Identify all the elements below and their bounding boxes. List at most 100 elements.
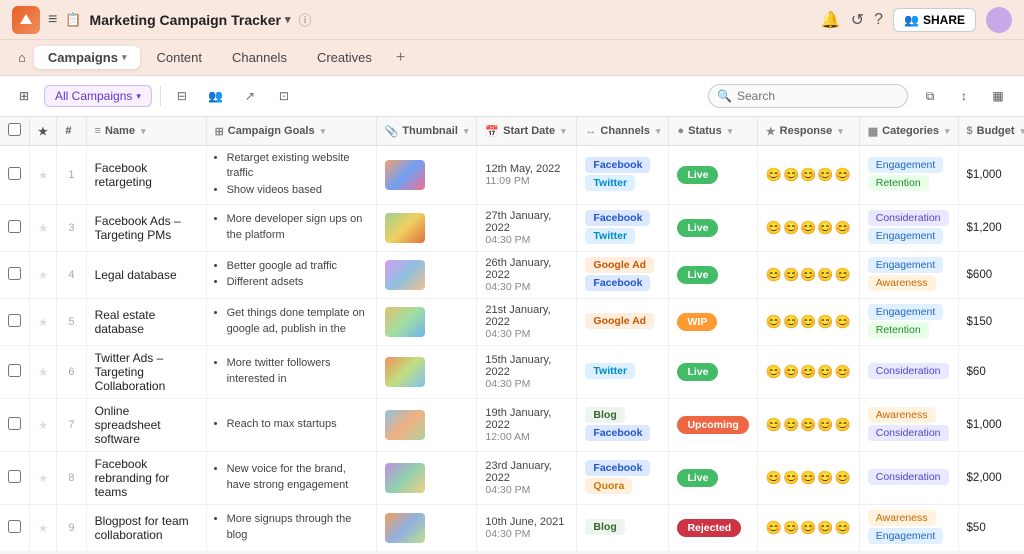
history-icon[interactable]: ↺ — [851, 10, 864, 30]
sort-icon[interactable]: ↕ — [950, 82, 978, 110]
category-badge[interactable]: Engagement — [868, 304, 944, 320]
col-channels[interactable]: ↔Channels▾ — [577, 117, 669, 146]
response-emoji: 😊 — [800, 314, 816, 330]
campaign-start-date: 21st January, 202204:30 PM — [477, 299, 577, 346]
tab-home[interactable]: ⌂ — [12, 46, 32, 69]
col-startdate[interactable]: 📅Start Date▾ — [477, 117, 577, 146]
share-view-icon[interactable]: ↗ — [237, 83, 263, 109]
channels-col-icon: ↔ — [585, 125, 596, 137]
row-star-icon[interactable]: ★ — [38, 523, 48, 535]
row-number: 6 — [57, 346, 86, 399]
channel-badge[interactable]: Blog — [585, 519, 624, 535]
channel-badge[interactable]: Google Ad — [585, 257, 654, 273]
channel-badge[interactable]: Facebook — [585, 275, 650, 291]
campaign-name[interactable]: Twitter Ads – Targeting Collaboration — [86, 346, 206, 399]
filter-icon[interactable]: ⧉ — [916, 82, 944, 110]
col-response[interactable]: ★Response▾ — [757, 117, 859, 146]
row-checkbox[interactable] — [8, 314, 21, 327]
row-checkbox[interactable] — [8, 364, 21, 377]
row-star-icon[interactable]: ★ — [38, 170, 48, 182]
date-value: 26th January, 2022 — [485, 257, 568, 281]
campaign-budget: $600 — [958, 252, 1024, 299]
toolbar-right: ⧉ ↕ ▦ — [916, 82, 1012, 110]
category-badge[interactable]: Awareness — [868, 510, 936, 526]
campaign-name[interactable]: Facebook rebranding for teams — [86, 452, 206, 505]
avatar[interactable] — [986, 7, 1012, 33]
row-star-icon[interactable]: ★ — [38, 367, 48, 379]
tab-campaigns[interactable]: Campaigns ▾ — [34, 46, 141, 69]
category-badge[interactable]: Engagement — [868, 228, 944, 244]
category-badge[interactable]: Retention — [868, 322, 929, 338]
category-badge[interactable]: Engagement — [868, 157, 944, 173]
category-badge[interactable]: Retention — [868, 175, 929, 191]
campaign-name[interactable]: Legal database — [86, 252, 206, 299]
col-budget[interactable]: $Budget▾ — [958, 117, 1024, 146]
response-emoji: 😊 — [783, 470, 799, 486]
category-badge[interactable]: Consideration — [868, 210, 949, 226]
group-icon[interactable]: 👥 — [203, 83, 229, 109]
category-badge[interactable]: Engagement — [868, 257, 944, 273]
channel-badge[interactable]: Google Ad — [585, 313, 654, 329]
channel-badge[interactable]: Twitter — [585, 228, 635, 244]
info-icon[interactable]: ⓘ — [298, 10, 311, 29]
channel-badge[interactable]: Twitter — [585, 363, 635, 379]
col-thumbnail[interactable]: 📎Thumbnail▾ — [376, 117, 477, 146]
tab-creatives[interactable]: Creatives — [303, 46, 386, 69]
row-star-icon[interactable]: ★ — [38, 420, 48, 432]
row-checkbox[interactable] — [8, 220, 21, 233]
channel-badge[interactable]: Twitter — [585, 175, 635, 191]
tab-content[interactable]: Content — [142, 46, 216, 69]
category-badge[interactable]: Awareness — [868, 407, 936, 423]
share-button[interactable]: 👥 SHARE — [893, 8, 976, 32]
channel-badge[interactable]: Facebook — [585, 210, 650, 226]
col-categories[interactable]: ▦Categories▾ — [859, 117, 958, 146]
channel-badge[interactable]: Facebook — [585, 425, 650, 441]
help-icon[interactable]: ? — [874, 11, 883, 29]
bell-icon[interactable]: 🔔 — [821, 10, 841, 30]
share-users-icon: 👥 — [904, 13, 919, 27]
category-badge[interactable]: Engagement — [868, 528, 944, 544]
breadcrumb-chevron[interactable]: ▾ — [285, 13, 291, 26]
col-goals[interactable]: ⊞Campaign Goals▾ — [206, 117, 376, 146]
row-checkbox[interactable] — [8, 470, 21, 483]
response-emoji: 😊 — [835, 167, 851, 183]
channel-badge[interactable]: Facebook — [585, 157, 650, 173]
search-input[interactable] — [708, 84, 908, 108]
col-status[interactable]: ●Status▾ — [669, 117, 757, 146]
tab-bar: ⌂ Campaigns ▾ Content Channels Creatives… — [0, 40, 1024, 76]
campaigns-chevron: ▾ — [122, 52, 127, 63]
category-badge[interactable]: Consideration — [868, 425, 949, 441]
add-tab-button[interactable]: + — [388, 45, 413, 71]
response-emoji: 😊 — [766, 167, 782, 183]
campaign-name[interactable]: Real estate database — [86, 299, 206, 346]
row-star-icon[interactable]: ★ — [38, 270, 48, 282]
row-star-icon[interactable]: ★ — [38, 317, 48, 329]
grid-view-icon[interactable]: ⊞ — [12, 84, 36, 108]
campaign-name[interactable]: Blogpost for team collaboration — [86, 505, 206, 551]
category-badge[interactable]: Awareness — [868, 275, 936, 291]
channel-badge[interactable]: Blog — [585, 407, 624, 423]
col-name[interactable]: ≡Name▾ — [86, 117, 206, 146]
channel-badge[interactable]: Facebook — [585, 460, 650, 476]
row-checkbox[interactable] — [8, 417, 21, 430]
row-checkbox[interactable] — [8, 267, 21, 280]
campaign-name[interactable]: Facebook Ads – Targeting PMs — [86, 205, 206, 252]
tab-channels[interactable]: Channels — [218, 46, 301, 69]
display-icon[interactable]: ▦ — [984, 82, 1012, 110]
campaign-name[interactable]: Facebook retargeting — [86, 146, 206, 205]
campaign-status: Live — [669, 146, 757, 205]
category-badge[interactable]: Consideration — [868, 363, 949, 379]
select-all-checkbox[interactable] — [8, 123, 21, 136]
more-view-icon[interactable]: ⊡ — [271, 83, 297, 109]
row-checkbox[interactable] — [8, 520, 21, 533]
response-emoji: 😊 — [800, 167, 816, 183]
menu-icon[interactable]: ≡ — [48, 11, 57, 29]
campaign-name[interactable]: Online spreadsheet software — [86, 399, 206, 452]
category-badge[interactable]: Consideration — [868, 469, 949, 485]
row-star-icon[interactable]: ★ — [38, 223, 48, 235]
all-campaigns-filter[interactable]: All Campaigns ▾ — [44, 85, 152, 107]
row-star-icon[interactable]: ★ — [38, 473, 48, 485]
row-checkbox[interactable] — [8, 167, 21, 180]
columns-icon[interactable]: ⊟ — [169, 83, 195, 109]
channel-badge[interactable]: Quora — [585, 478, 632, 494]
